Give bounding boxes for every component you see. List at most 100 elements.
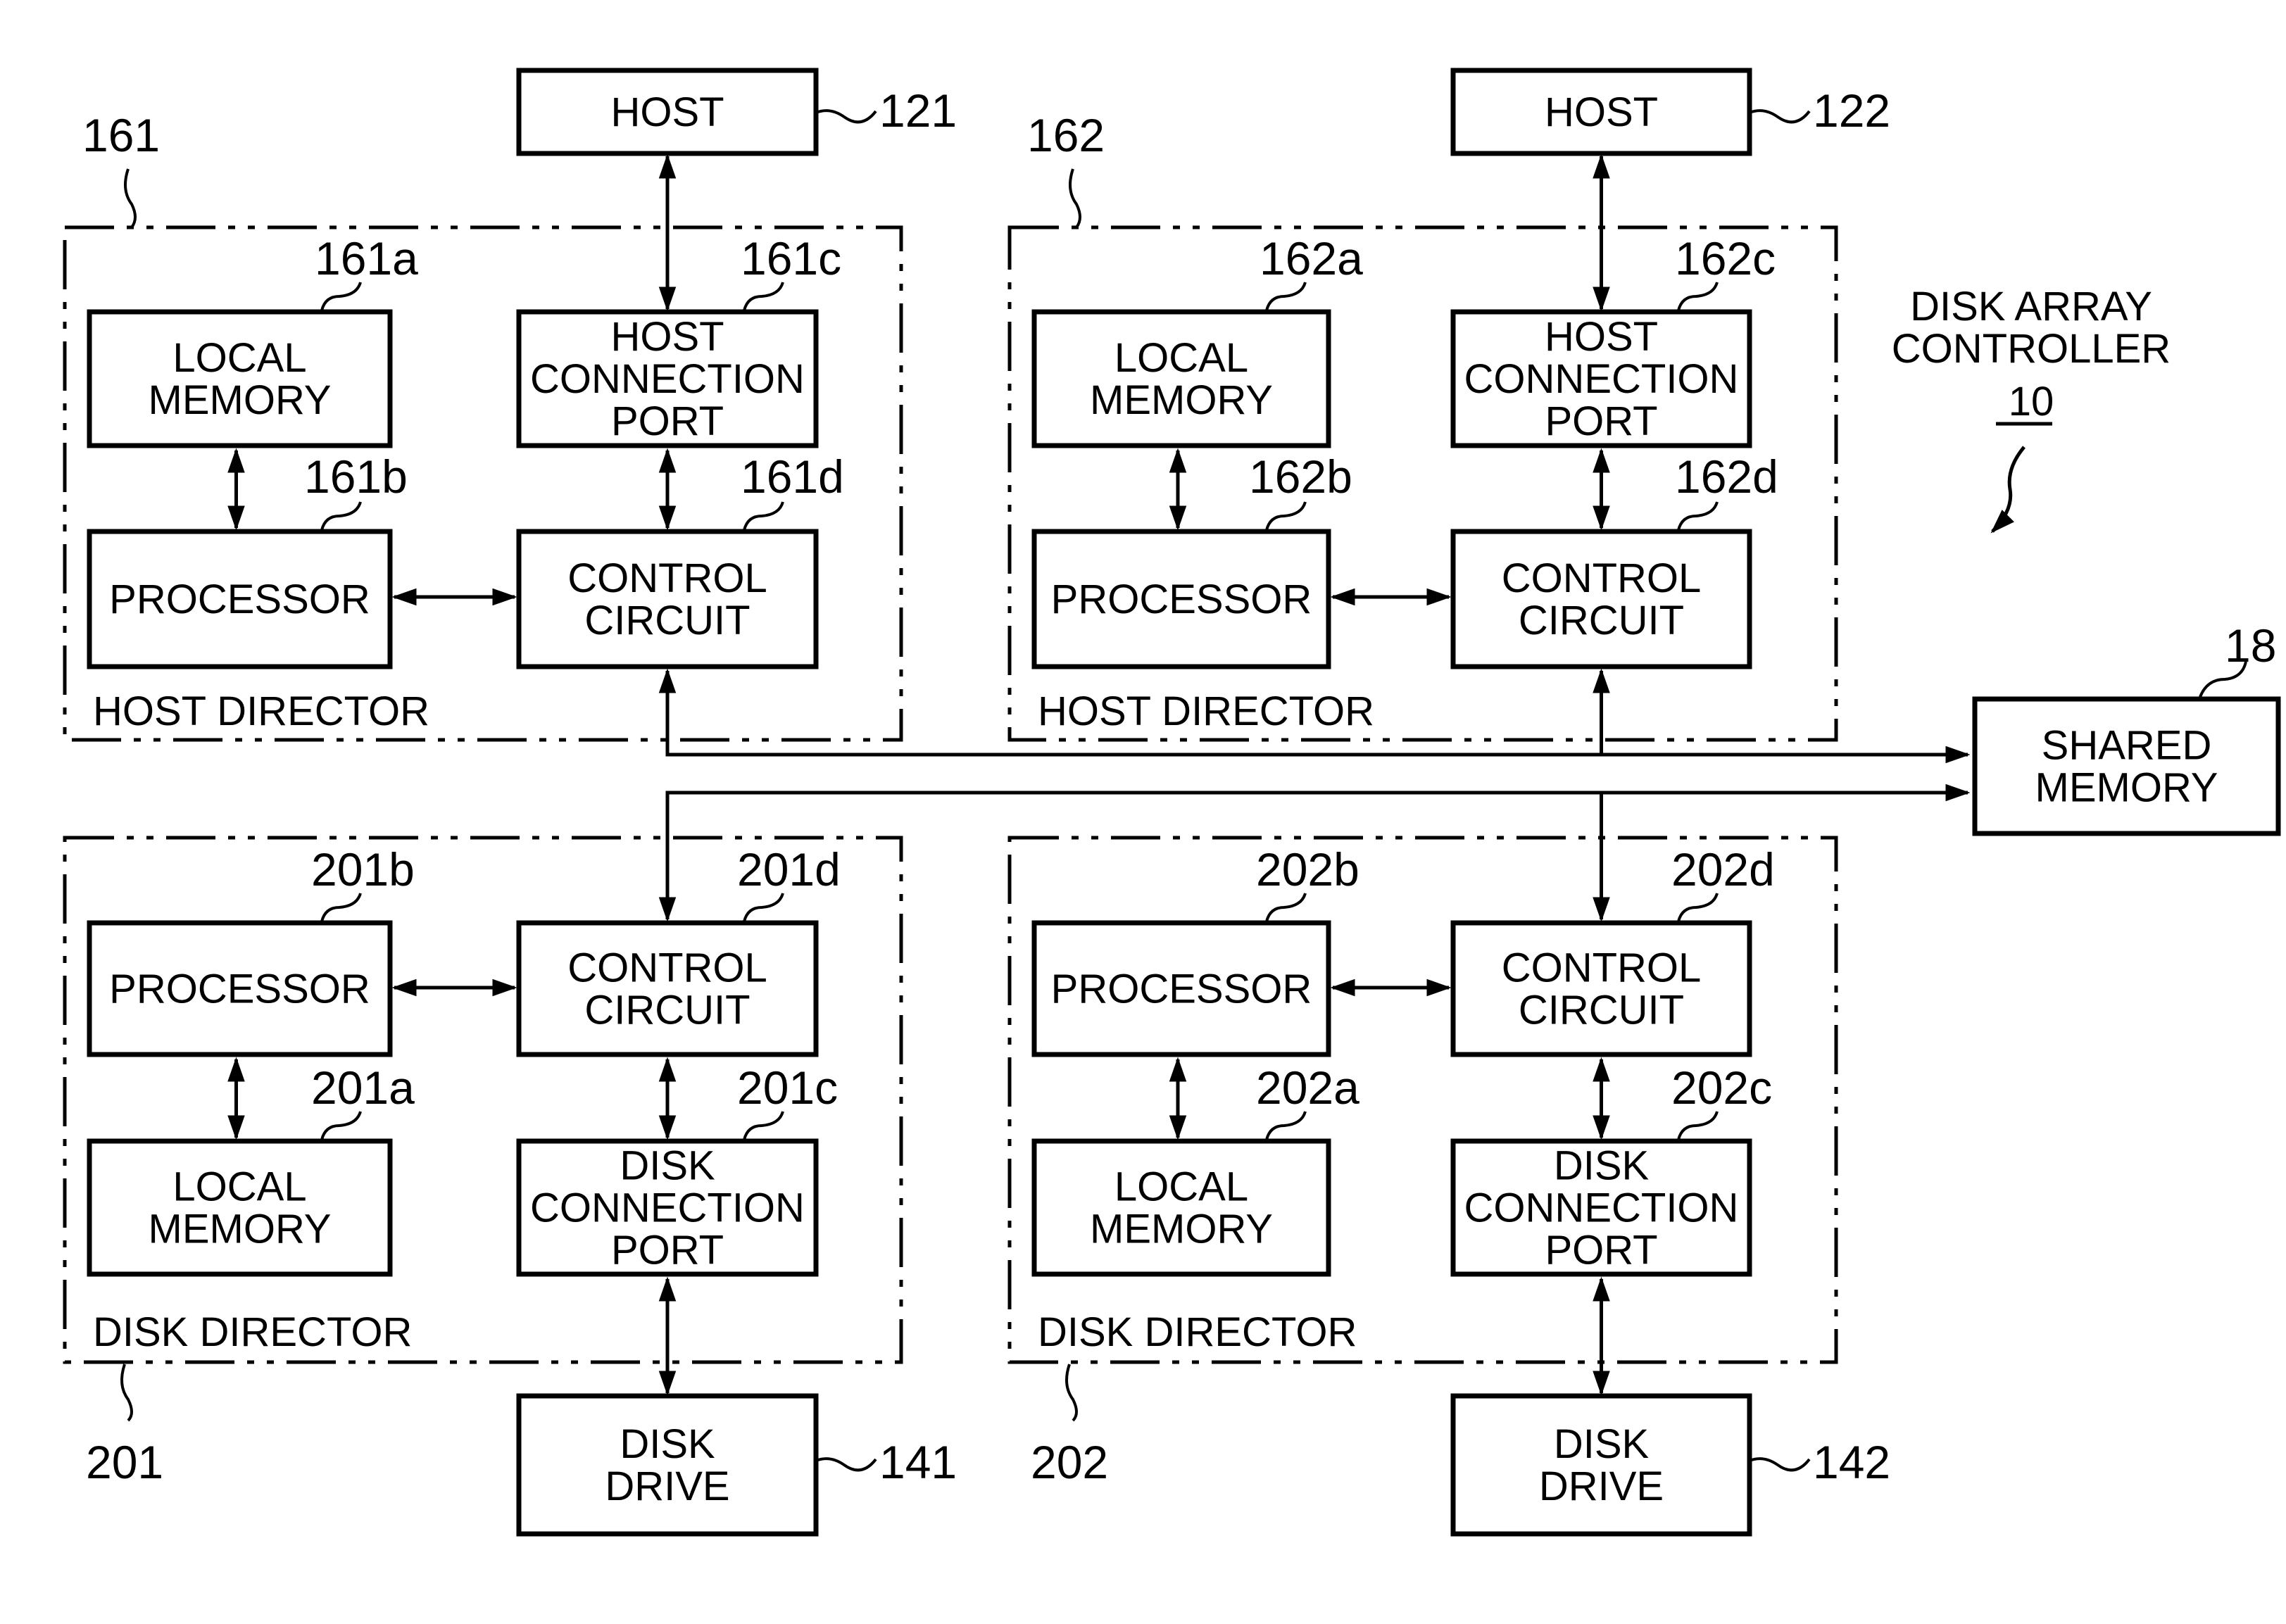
ref-201b: 201b [311, 843, 415, 895]
ref-201c-leader [743, 1111, 784, 1140]
disk-connection-port-202c: DISKCONNECTIONPORT [1450, 1138, 1752, 1277]
ref-121-leader [815, 109, 877, 124]
host-121-label: HOST [610, 89, 724, 135]
ref-161-leader [124, 168, 137, 229]
ref-162b: 162b [1249, 451, 1352, 503]
host-director-label: HOST DIRECTOR [93, 688, 429, 734]
ref-162: 162 [1027, 109, 1105, 161]
control-circuit-161d-label: CONTROL [567, 555, 767, 601]
ref-161b-leader [320, 501, 362, 531]
control-circuit-162d-label: CIRCUIT [1519, 598, 1684, 643]
ref-122-leader [1749, 109, 1811, 124]
ref-162a: 162a [1260, 232, 1363, 284]
ref-161c-leader [743, 282, 784, 311]
host-122-label: HOST [1545, 89, 1658, 135]
host-connection-port-161c-label: PORT [611, 398, 724, 444]
disk-drive-141-label: DRIVE [605, 1464, 729, 1509]
ref-202b-leader [1265, 893, 1307, 922]
control-circuit-201d-label: CIRCUIT [584, 988, 750, 1033]
ref-202b: 202b [1256, 843, 1359, 895]
control-circuit-161d-label: CIRCUIT [584, 598, 750, 643]
ref-201d-leader [743, 893, 784, 922]
processor-202b-label: PROCESSOR [1051, 967, 1312, 1012]
title-line1: DISK ARRAY [1910, 284, 2152, 329]
disk-connection-port-202c-label: DISK [1554, 1143, 1650, 1189]
processor-162b-label: PROCESSOR [1051, 577, 1312, 622]
ref-162-leader [1069, 168, 1081, 229]
ref-142: 142 [1813, 1436, 1890, 1488]
diagram-canvas: HOST HOSTLOCALMEMORYPROCESSORHOSTCONNECTI… [63, 68, 2281, 1537]
ref-162a-leader [1265, 282, 1307, 311]
processor-162b: PROCESSOR [1031, 529, 1331, 669]
processor-201b-label: PROCESSOR [109, 967, 370, 1012]
disk-drive-141-label: DISK [620, 1421, 715, 1467]
ref-162c: 162c [1675, 232, 1776, 284]
host-connection-port-162c-label: HOST [1545, 314, 1658, 360]
host-connection-port-161c-label: HOST [610, 314, 724, 360]
processor-202b: PROCESSOR [1031, 920, 1331, 1057]
host-connection-port-162c-label: CONNECTION [1464, 356, 1739, 402]
ref-202d-leader [1677, 893, 1719, 922]
host-connection-port-161c: HOSTCONNECTIONPORT [516, 309, 819, 448]
disk-connection-port-201c-label: DISK [620, 1143, 715, 1189]
local-memory-201a-label: MEMORY [149, 1207, 332, 1252]
disk-connection-port-202c-label: PORT [1545, 1228, 1657, 1273]
title-ref: 10 [2009, 379, 2054, 424]
ref-18: 18 [2225, 619, 2276, 672]
shared-memory-18: SHAREDMEMORY [1972, 696, 2281, 836]
disk-drive-141: DISKDRIVE [516, 1393, 819, 1537]
control-circuit-202d-label: CIRCUIT [1519, 988, 1684, 1033]
control-circuit-202d: CONTROLCIRCUIT [1450, 920, 1752, 1057]
local-memory-202a-label: LOCAL [1114, 1164, 1248, 1210]
ref-202a: 202a [1256, 1062, 1359, 1114]
ref-162d: 162d [1675, 451, 1778, 503]
processor-201b: PROCESSOR [87, 920, 393, 1057]
disk-director-label: DISK DIRECTOR [93, 1309, 412, 1355]
local-memory-162a-label: LOCAL [1114, 335, 1248, 381]
ref-202a-leader [1265, 1111, 1307, 1140]
ref-161b: 161b [304, 451, 408, 503]
local-memory-162a-label: MEMORY [1090, 377, 1273, 423]
ref-161c: 161c [741, 232, 841, 284]
ref-161a: 161a [315, 232, 418, 284]
disk-connection-port-201c: DISKCONNECTIONPORT [516, 1138, 819, 1277]
ref-121: 121 [879, 84, 957, 137]
ref-202c: 202c [1671, 1062, 1772, 1114]
ref-141: 141 [879, 1436, 957, 1488]
local-memory-162a: LOCALMEMORY [1031, 309, 1331, 448]
local-memory-161a-label: LOCAL [172, 335, 306, 381]
control-circuit-201d: CONTROLCIRCUIT [516, 920, 819, 1057]
ref-202c-leader [1677, 1111, 1719, 1140]
host-director-label: HOST DIRECTOR [1038, 688, 1374, 734]
host-connection-port-162c: HOSTCONNECTIONPORT [1450, 309, 1752, 448]
title-line2: CONTROLLER [1892, 326, 2171, 372]
disk-director-label: DISK DIRECTOR [1038, 1309, 1357, 1355]
disk-drive-142: DISKDRIVE [1450, 1393, 1752, 1537]
ref-202: 202 [1031, 1436, 1108, 1488]
ref-201d: 201d [737, 843, 841, 895]
control-circuit-162d: CONTROLCIRCUIT [1450, 529, 1752, 669]
ref-161a-leader [320, 282, 362, 311]
ref-162c-leader [1677, 282, 1719, 311]
host-122: HOST [1450, 68, 1752, 156]
disk-connection-port-201c-label: PORT [611, 1228, 724, 1273]
ref-202d: 202d [1671, 843, 1775, 895]
control-circuit-201d-label: CONTROL [567, 945, 767, 991]
local-memory-201a: LOCALMEMORY [87, 1138, 393, 1277]
processor-161b-label: PROCESSOR [109, 577, 370, 622]
ref-201b-leader [320, 893, 362, 922]
ref-162b-leader [1265, 501, 1307, 531]
ref-122: 122 [1813, 84, 1890, 137]
shared-memory-18-label: MEMORY [2035, 765, 2218, 811]
ref-161: 161 [82, 109, 160, 161]
disk-drive-142-label: DISK [1554, 1421, 1650, 1467]
processor-161b: PROCESSOR [87, 529, 393, 669]
local-memory-161a: LOCALMEMORY [87, 309, 393, 448]
shared-memory-18-label: SHARED [2042, 723, 2212, 769]
local-memory-202a-label: MEMORY [1090, 1207, 1273, 1252]
local-memory-202a: LOCALMEMORY [1031, 1138, 1331, 1277]
local-memory-161a-label: MEMORY [149, 377, 332, 423]
ref-141-leader [815, 1457, 877, 1472]
host-121: HOST [516, 68, 819, 156]
control-circuit-161d: CONTROLCIRCUIT [516, 529, 819, 669]
